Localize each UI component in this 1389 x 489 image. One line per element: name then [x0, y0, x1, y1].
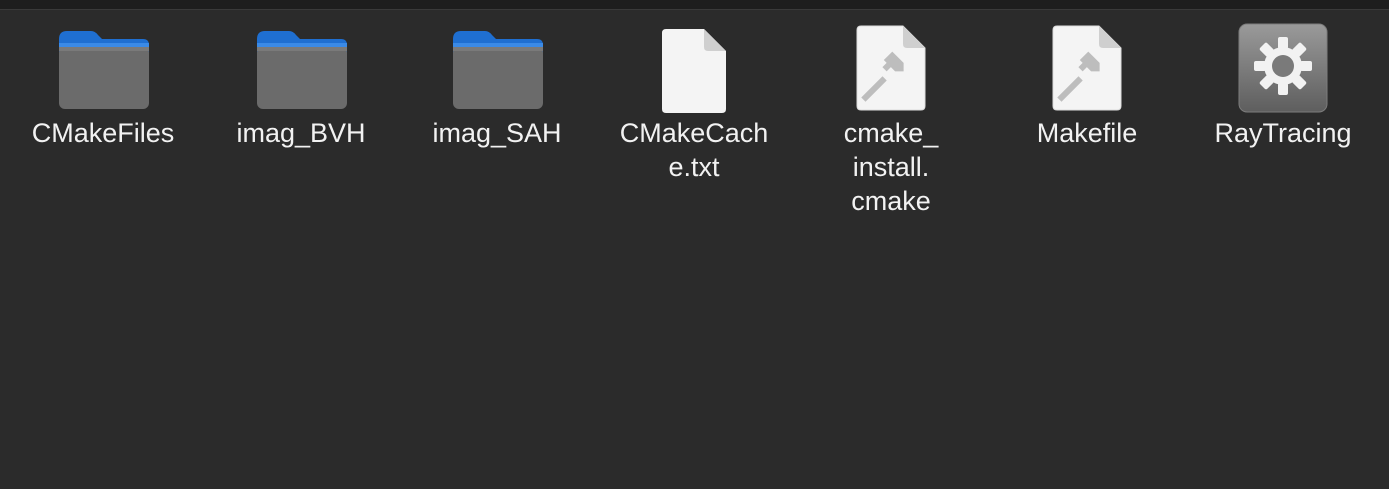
executable-gear-icon [1233, 20, 1333, 116]
gear-icon [1254, 37, 1312, 95]
file-item-imag-sah[interactable]: imag_SAH [413, 20, 581, 150]
file-name: RayTracing [1214, 118, 1352, 148]
file-name: imag_SAH [432, 118, 562, 148]
folder-icon [251, 20, 351, 116]
file-name-line: e.txt [668, 152, 720, 182]
file-name-line: CMakeCach [619, 118, 769, 148]
file-name-line: cmake [851, 186, 931, 216]
file-name: Makefile [1036, 118, 1138, 148]
folder-icon [53, 20, 153, 116]
build-script-icon [841, 20, 941, 116]
file-item-cmake-install[interactable]: cmake_ install. cmake [807, 20, 975, 218]
file-name: CMakeFiles [31, 118, 175, 148]
file-item-raytracing[interactable]: RayTracing [1199, 20, 1367, 150]
file-name: cmake_ install. cmake [811, 116, 971, 218]
file-item-imag-bvh[interactable]: imag_BVH [217, 20, 385, 150]
file-item-cmakecache-txt[interactable]: CMakeCach e.txt [610, 20, 778, 184]
file-name-line: cmake_ [843, 118, 939, 148]
file-name: CMakeCach e.txt [614, 116, 774, 184]
text-file-icon [644, 20, 744, 116]
folder-icon [447, 20, 547, 116]
file-name-line: install. [852, 152, 930, 182]
build-script-icon [1037, 20, 1137, 116]
file-name: imag_BVH [236, 118, 366, 148]
file-grid: CMakeFiles imag_BVH imag_SAH CMakeCach e… [0, 0, 1389, 489]
file-item-cmakefiles[interactable]: CMakeFiles [19, 20, 187, 150]
file-item-makefile[interactable]: Makefile [1003, 20, 1171, 150]
